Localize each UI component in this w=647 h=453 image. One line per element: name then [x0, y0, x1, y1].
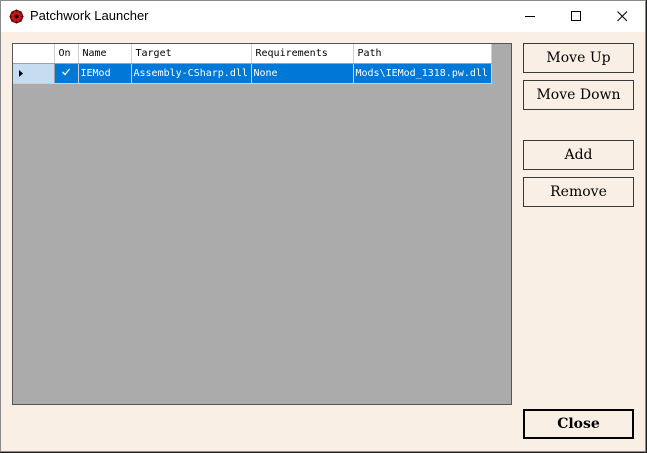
minimize-icon [524, 16, 535, 17]
row-path-cell[interactable]: Mods\IEMod_1318.pw.dll [353, 63, 492, 84]
launcher-window: Patchwork Launcher On Name Target Requir… [0, 0, 646, 452]
minimize-button[interactable] [507, 1, 553, 32]
close-button[interactable]: Close [523, 409, 634, 439]
table-row[interactable]: IEMod Assembly-CSharp.dll None Mods\IEMo… [13, 63, 492, 84]
row-target-cell[interactable]: Assembly-CSharp.dll [131, 63, 252, 84]
maximize-icon [570, 11, 581, 21]
row-header-cell[interactable] [13, 63, 55, 84]
title-bar[interactable]: Patchwork Launcher [1, 1, 645, 32]
move-up-button[interactable]: Move Up [523, 43, 634, 73]
column-header-name[interactable]: Name [78, 44, 132, 64]
column-header-target[interactable]: Target [131, 44, 252, 64]
gear-app-icon [9, 9, 24, 24]
column-header-requirements[interactable]: Requirements [251, 44, 354, 64]
grid-corner-cell[interactable] [13, 44, 55, 64]
grid-header-row: On Name Target Requirements Path [13, 44, 492, 64]
row-enabled-checkbox[interactable] [54, 63, 79, 84]
close-icon [616, 11, 627, 22]
mods-grid[interactable]: On Name Target Requirements Path IEMod A… [12, 43, 512, 405]
checkmark-icon [62, 68, 71, 75]
maximize-button[interactable] [553, 1, 599, 32]
close-window-button[interactable] [599, 1, 645, 32]
move-down-button[interactable]: Move Down [523, 80, 634, 110]
remove-button[interactable]: Remove [523, 177, 634, 207]
add-button[interactable]: Add [523, 140, 634, 170]
row-requirements-cell[interactable]: None [251, 63, 354, 84]
window-title: Patchwork Launcher [30, 8, 149, 23]
current-row-arrow-icon [19, 69, 23, 77]
column-header-on[interactable]: On [54, 44, 79, 64]
column-header-path[interactable]: Path [353, 44, 492, 64]
row-name-cell[interactable]: IEMod [78, 63, 132, 84]
